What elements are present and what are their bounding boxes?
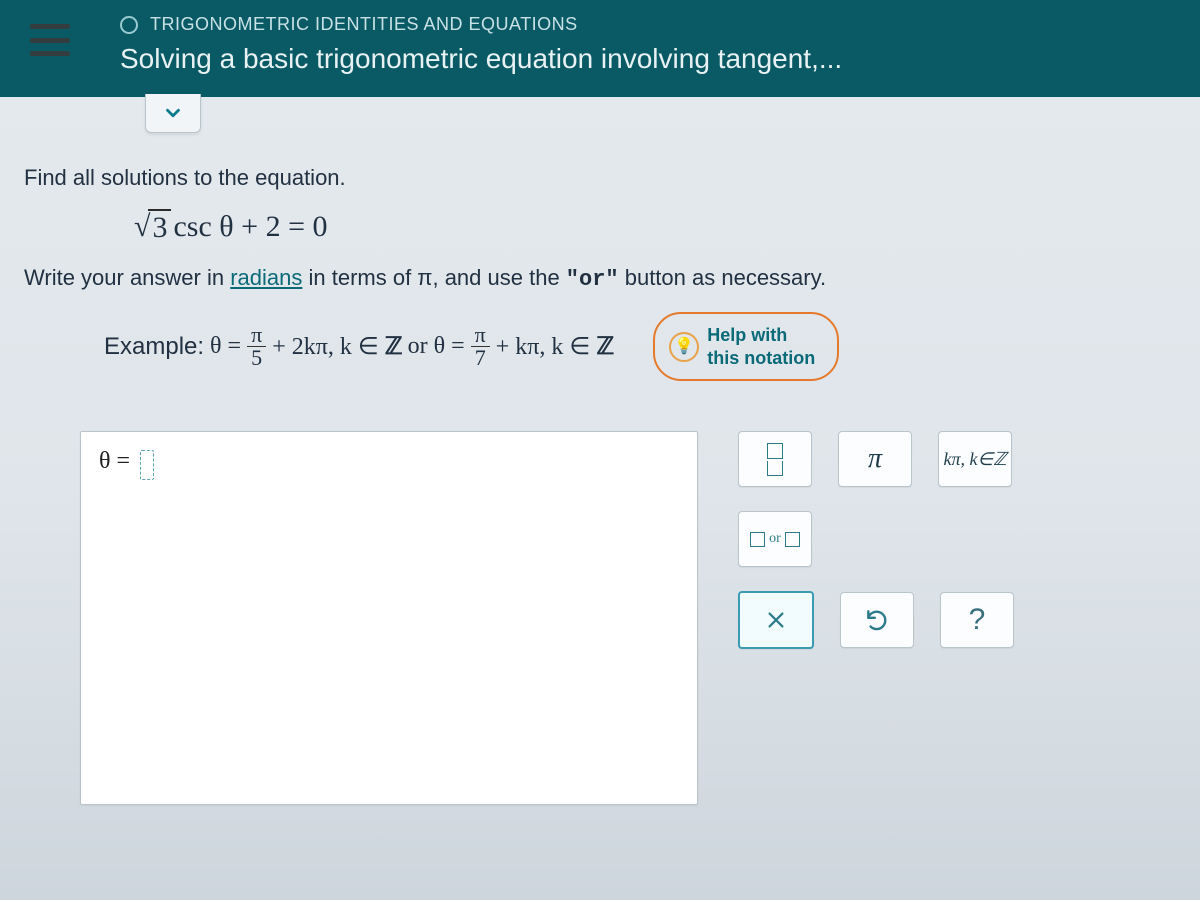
header: TRIGONOMETRIC IDENTITIES AND EQUATIONS S… xyxy=(0,0,1200,97)
breadcrumb: TRIGONOMETRIC IDENTITIES AND EQUATIONS xyxy=(120,14,1180,35)
key-help[interactable]: ? xyxy=(940,592,1014,648)
key-fraction[interactable] xyxy=(738,431,812,487)
instruction: Write your answer in radians in terms of… xyxy=(24,265,1176,292)
key-pi[interactable]: π xyxy=(838,431,912,487)
problem-area: Find all solutions to the equation. √ 3 … xyxy=(0,97,1200,431)
prompt-text: Find all solutions to the equation. xyxy=(24,165,1176,191)
fraction-2: π 7 xyxy=(471,324,490,369)
key-clear[interactable] xyxy=(738,591,814,649)
equation-rest: csc θ + 2 = 0 xyxy=(173,210,327,244)
fraction-1: π 5 xyxy=(247,324,266,369)
lightbulb-icon: 💡 xyxy=(669,332,699,362)
key-undo[interactable] xyxy=(840,592,914,648)
undo-icon xyxy=(864,607,890,633)
expand-toggle[interactable] xyxy=(145,94,201,133)
example-row: Example: θ = π 5 + 2kπ, k ∈ ℤ or θ = π 7… xyxy=(104,312,1176,381)
work-row: θ = π kπ, k∈ℤ or xyxy=(0,431,1200,829)
radicand: 3 xyxy=(148,209,171,245)
topic-indicator-icon xyxy=(120,16,138,34)
example-math: Example: θ = π 5 + 2kπ, k ∈ ℤ or θ = π 7… xyxy=(104,324,613,369)
keypad: π kπ, k∈ℤ or xyxy=(738,431,1038,805)
fraction-icon xyxy=(767,443,783,476)
breadcrumb-text: TRIGONOMETRIC IDENTITIES AND EQUATIONS xyxy=(150,14,578,35)
close-icon xyxy=(765,609,787,631)
menu-icon[interactable] xyxy=(30,24,70,56)
cursor-slot[interactable] xyxy=(140,450,154,480)
help-notation-button[interactable]: 💡 Help with this notation xyxy=(653,312,839,381)
radians-link[interactable]: radians xyxy=(230,265,302,290)
equation: √ 3 csc θ + 2 = 0 xyxy=(134,209,1176,245)
answer-input[interactable]: θ = xyxy=(80,431,698,805)
chevron-down-icon xyxy=(162,102,184,124)
page-title: Solving a basic trigonometric equation i… xyxy=(120,43,1180,75)
key-k-pi-integer[interactable]: kπ, k∈ℤ xyxy=(938,431,1012,487)
answer-prefix: θ = xyxy=(99,448,130,475)
sqrt-icon: √ 3 xyxy=(134,209,171,245)
key-or[interactable]: or xyxy=(738,511,812,567)
